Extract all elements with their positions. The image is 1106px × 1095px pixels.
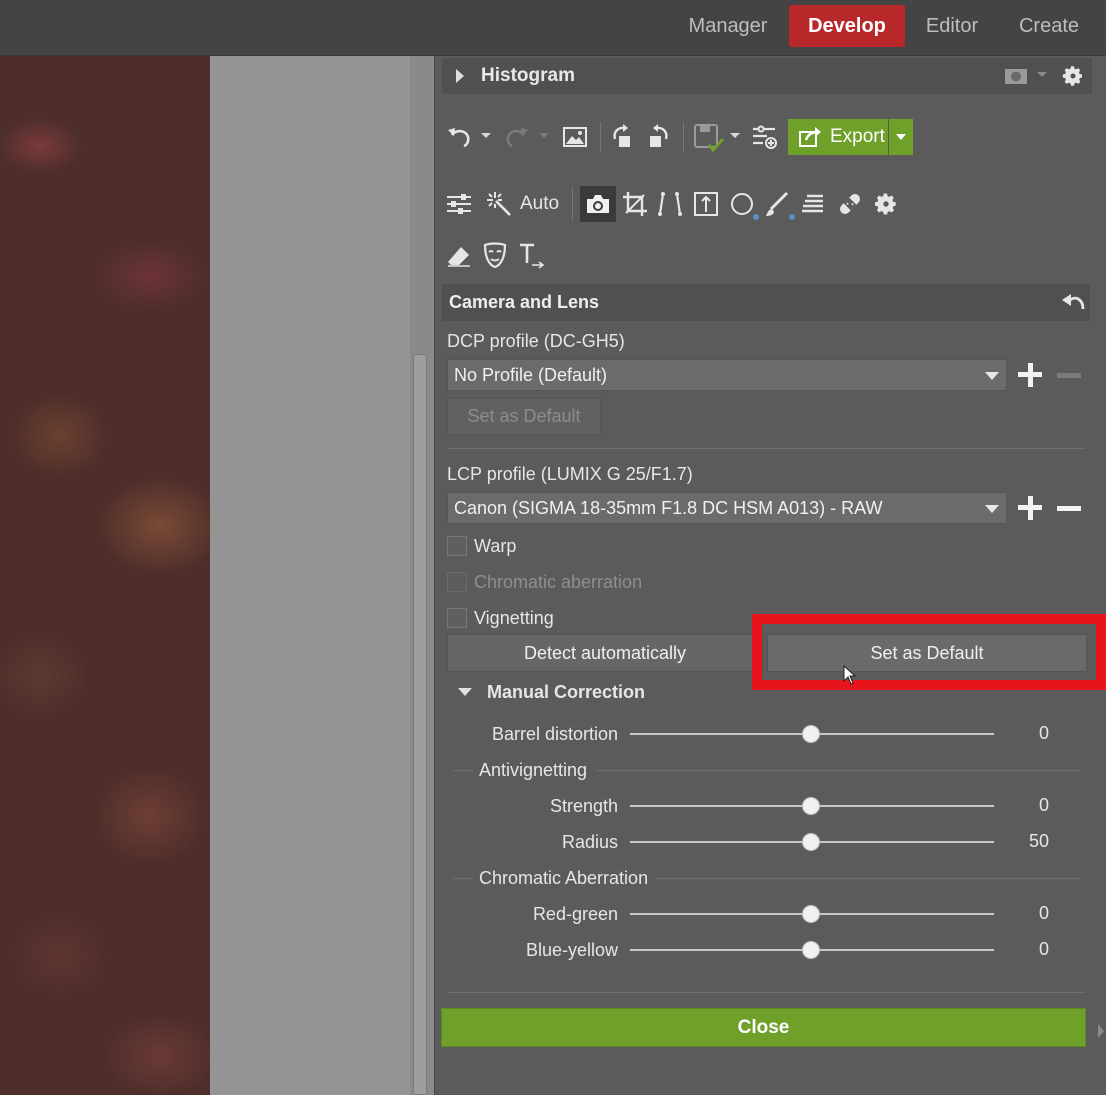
canvas-background (210, 56, 410, 1095)
close-button[interactable]: Close (441, 1008, 1086, 1047)
group-divider (453, 770, 473, 771)
top-navigation-bar: Manager Develop Editor Create (0, 0, 1106, 56)
red-green-value[interactable]: 0 (1009, 903, 1049, 924)
eraser-icon[interactable] (445, 242, 473, 270)
rotate-right-icon[interactable] (643, 122, 673, 152)
strength-value[interactable]: 0 (1009, 795, 1049, 816)
highlight-annotation-box (752, 614, 1106, 690)
adjustments-icon[interactable] (445, 190, 473, 218)
add-lcp-profile-plus-icon[interactable] (1018, 496, 1042, 520)
export-label: Export (830, 126, 885, 147)
barrel-distortion-label: Barrel distortion (491, 724, 618, 744)
group-divider (596, 770, 1080, 771)
camera-lens-title: Camera and Lens (449, 292, 600, 312)
auto-magic-wand-icon[interactable] (485, 190, 513, 218)
toolbar-separator (572, 188, 573, 220)
batch-settings-icon[interactable] (751, 122, 779, 152)
expand-triangle-icon[interactable] (456, 69, 464, 83)
barrel-distortion-value[interactable]: 0 (1009, 723, 1049, 744)
export-options-dropdown[interactable] (889, 119, 913, 155)
red-green-label: Red-green (532, 904, 618, 924)
undo-icon[interactable] (445, 124, 473, 150)
dropdown-caret-icon (985, 372, 999, 380)
strength-label: Strength (549, 796, 618, 816)
save-options-chevron-icon[interactable] (729, 132, 741, 140)
radius-thumb[interactable] (802, 833, 820, 851)
dcp-profile-value: No Profile (Default) (454, 365, 608, 385)
toolbar-separator (600, 122, 601, 152)
tab-develop[interactable]: Develop (789, 5, 905, 47)
gear-icon[interactable] (1060, 63, 1086, 89)
histogram-label: Histogram (481, 65, 575, 86)
radius-value[interactable]: 50 (1009, 831, 1049, 852)
blue-yellow-label: Blue-yellow (525, 940, 618, 960)
section-divider (447, 448, 1086, 449)
manual-correction-title[interactable]: Manual Correction (487, 682, 645, 703)
gradient-filter-icon[interactable] (800, 190, 828, 218)
blue-yellow-value[interactable]: 0 (1009, 939, 1049, 960)
compare-image-icon[interactable] (561, 124, 589, 150)
dropdown-caret-icon (985, 505, 999, 513)
redo-icon (503, 124, 531, 150)
perspective-icon[interactable] (656, 190, 684, 218)
settings-cog-tool-icon[interactable] (872, 190, 900, 218)
lcp-profile-select[interactable]: Canon (SIGMA 18-35mm F1.8 DC HSM A013) -… (447, 492, 1007, 524)
histogram-header[interactable]: Histogram (442, 58, 1092, 94)
text-tool-icon[interactable] (517, 240, 547, 270)
undo-history-chevron-icon[interactable] (480, 132, 492, 140)
warp-label[interactable]: Warp (474, 536, 516, 557)
mouse-cursor-icon (842, 664, 858, 686)
vignetting-label[interactable]: Vignetting (474, 608, 554, 629)
panel-expand-arrow-icon[interactable] (1096, 1022, 1106, 1040)
lcp-profile-value: Canon (SIGMA 18-35mm F1.8 DC HSM A013) -… (454, 498, 883, 518)
straighten-icon[interactable] (692, 190, 720, 218)
export-icon (798, 126, 822, 148)
red-green-thumb[interactable] (802, 905, 820, 923)
blue-yellow-thumb[interactable] (802, 941, 820, 959)
group-divider (656, 878, 1080, 879)
antivignetting-group-label: Antivignetting (479, 760, 588, 780)
radius-label: Radius (561, 832, 618, 852)
rotate-left-icon[interactable] (608, 122, 638, 152)
chromatic-aberration-group-label: Chromatic Aberration (479, 868, 649, 888)
photo-preview[interactable] (0, 56, 210, 1095)
remove-dcp-profile-minus-icon (1057, 373, 1081, 378)
warp-checkbox[interactable] (447, 536, 467, 556)
reset-section-icon[interactable] (1060, 290, 1086, 314)
dcp-profile-select[interactable]: No Profile (Default) (447, 359, 1007, 391)
dcp-profile-label: DCP profile (DC-GH5) (447, 331, 625, 351)
photo-toggle-icon[interactable] (1004, 66, 1028, 86)
dcp-set-default-button: Set as Default (447, 398, 601, 435)
tab-editor[interactable]: Editor (914, 5, 990, 47)
tab-manager[interactable]: Manager (676, 5, 780, 47)
radial-filter-icon[interactable] (728, 190, 762, 222)
brush-icon[interactable] (764, 190, 798, 222)
collapse-triangle-icon[interactable] (458, 688, 472, 696)
camera-lens-tool-icon[interactable] (580, 186, 616, 222)
detect-automatically-button[interactable]: Detect automatically (447, 634, 763, 672)
crop-icon[interactable] (621, 190, 649, 218)
remove-lcp-profile-minus-icon[interactable] (1057, 506, 1081, 511)
toolbar-separator (683, 122, 684, 152)
group-divider (453, 878, 473, 879)
auto-label[interactable]: Auto (520, 193, 559, 215)
camera-lens-header[interactable]: Camera and Lens (442, 284, 1090, 321)
export-button[interactable]: Export (788, 119, 888, 155)
vignetting-checkbox[interactable] (447, 608, 467, 628)
chromatic-aberration-checkbox (447, 572, 467, 592)
tab-create[interactable]: Create (1006, 5, 1092, 47)
face-mask-icon[interactable] (481, 240, 509, 270)
add-dcp-profile-plus-icon[interactable] (1018, 363, 1042, 387)
scrollbar-thumb[interactable] (413, 354, 427, 1095)
section-divider (447, 992, 1086, 993)
redo-history-chevron-icon (538, 132, 550, 140)
histogram-menu-chevron-icon[interactable] (1036, 70, 1048, 80)
save-icon[interactable] (692, 122, 726, 154)
barrel-distortion-thumb[interactable] (802, 725, 820, 743)
retouch-bandage-icon[interactable] (836, 190, 864, 218)
strength-thumb[interactable] (802, 797, 820, 815)
chromatic-aberration-label: Chromatic aberration (474, 572, 643, 592)
lcp-profile-label: LCP profile (LUMIX G 25/F1.7) (447, 464, 693, 484)
